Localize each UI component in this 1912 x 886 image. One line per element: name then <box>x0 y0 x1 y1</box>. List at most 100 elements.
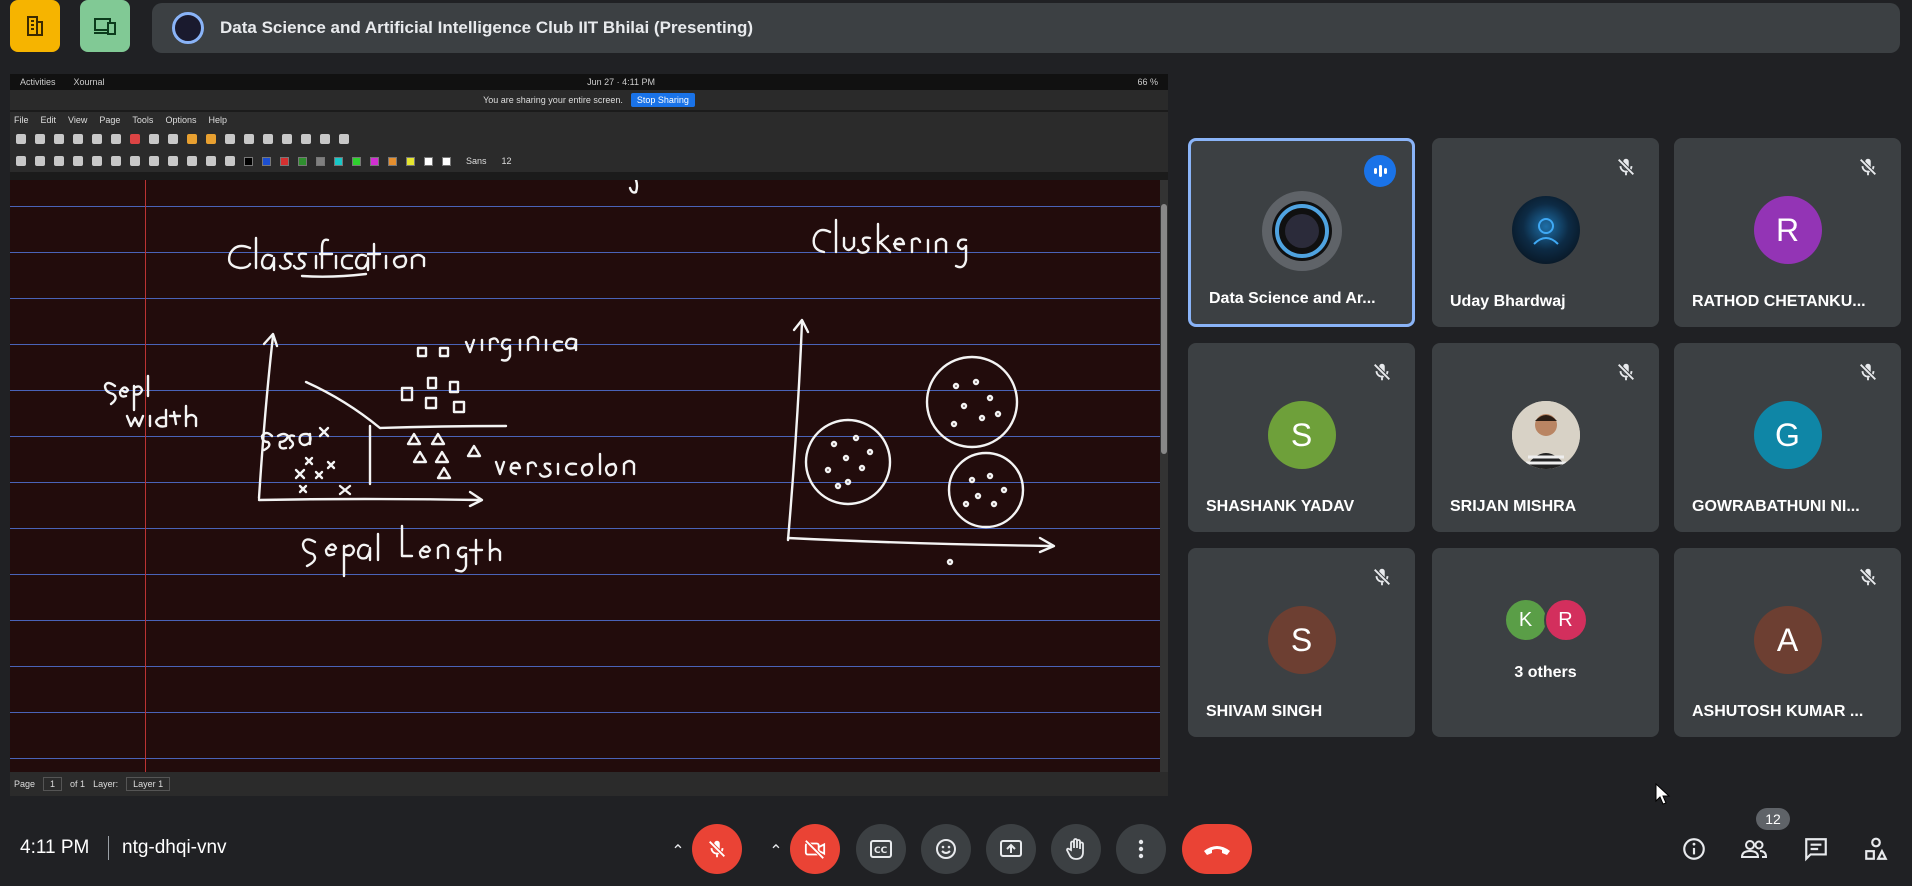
layer-icon[interactable] <box>339 134 349 144</box>
video-options-chevron-icon[interactable]: ⌃ <box>763 838 789 864</box>
next-page-icon[interactable] <box>206 134 216 144</box>
participant-tile-presenter[interactable]: Data Science and Ar... <box>1188 138 1415 327</box>
copy-icon[interactable] <box>92 134 102 144</box>
camera-toggle-button[interactable] <box>790 824 840 874</box>
os-activities: Activities <box>20 77 56 87</box>
last-page-icon[interactable] <box>225 134 235 144</box>
image-tool-icon[interactable] <box>92 156 102 166</box>
undo-icon[interactable] <box>130 134 140 144</box>
participant-tile[interactable]: Uday Bhardwaj <box>1432 138 1659 327</box>
zoom-reset-icon[interactable] <box>263 134 273 144</box>
pen-icon[interactable] <box>16 156 26 166</box>
font-size[interactable]: 12 <box>502 156 512 166</box>
participant-name: SHASHANK YADAV <box>1206 498 1355 515</box>
zoom-in-icon[interactable] <box>282 134 292 144</box>
meeting-details-button[interactable] <box>10 0 60 52</box>
color-swatch-black[interactable] <box>244 156 253 166</box>
new-icon[interactable] <box>35 134 45 144</box>
color-swatch-red[interactable] <box>280 156 289 166</box>
meeting-time: 4:11 PM <box>20 837 90 858</box>
menu-page[interactable]: Page <box>99 115 120 125</box>
default-pen-icon[interactable] <box>206 156 216 166</box>
color-swatch-cyan[interactable] <box>334 156 343 166</box>
canvas-scrollbar-thumb[interactable] <box>1161 204 1167 454</box>
shared-screen: Activities Xournal Jun 27 · 4:11 PM 66 %… <box>10 74 1168 796</box>
color-swatch-yellow[interactable] <box>406 156 415 166</box>
people-icon <box>1740 840 1768 858</box>
mic-toggle-button[interactable] <box>692 824 742 874</box>
page-number-input[interactable]: 1 <box>43 777 63 791</box>
xournal-canvas[interactable] <box>10 180 1160 772</box>
mic-off-icon <box>708 840 726 858</box>
color-swatch-gray[interactable] <box>316 156 325 166</box>
avatar: S <box>1267 606 1336 674</box>
color-swatch-orange[interactable] <box>388 156 397 166</box>
chat-button[interactable] <box>1800 833 1832 865</box>
camera-off-icon <box>804 839 826 860</box>
activities-icon <box>1865 837 1888 860</box>
menu-edit[interactable]: Edit <box>41 115 57 125</box>
participant-tile[interactable]: S SHIVAM SINGH <box>1188 548 1415 737</box>
raise-hand-button[interactable] <box>1051 824 1101 874</box>
menu-view[interactable]: View <box>68 115 87 125</box>
eraser-icon[interactable] <box>35 156 45 166</box>
highlighter-icon[interactable] <box>54 156 64 166</box>
text-tool-icon[interactable] <box>73 156 83 166</box>
menu-tools[interactable]: Tools <box>132 115 153 125</box>
select-rect-icon[interactable] <box>149 156 159 166</box>
color-swatch-blue[interactable] <box>262 156 271 166</box>
cut-icon[interactable] <box>73 134 83 144</box>
page-label: Page <box>14 779 36 789</box>
avatar-initial: G <box>1775 416 1800 453</box>
menu-options[interactable]: Options <box>165 115 196 125</box>
os-app-name: Xournal <box>73 77 105 87</box>
fullscreen-icon[interactable] <box>320 134 330 144</box>
switch-device-button[interactable] <box>80 0 130 52</box>
leave-call-button[interactable] <box>1182 824 1252 874</box>
menu-file[interactable]: File <box>14 115 29 125</box>
paste-icon[interactable] <box>111 134 121 144</box>
cluster-points <box>824 378 1008 566</box>
avatar-initial: S <box>1290 621 1313 658</box>
more-options-button[interactable] <box>1116 824 1166 874</box>
zoom-fit-icon[interactable] <box>301 134 311 144</box>
thickness-icon[interactable] <box>225 156 235 166</box>
color-swatch-custom[interactable] <box>442 156 451 166</box>
activities-button[interactable] <box>1860 833 1892 865</box>
captions-button[interactable]: CC <box>856 824 906 874</box>
hand-tool-icon[interactable] <box>187 156 197 166</box>
color-swatch-green[interactable] <box>298 156 307 166</box>
prev-page-icon[interactable] <box>187 134 197 144</box>
redo-icon[interactable] <box>149 134 159 144</box>
svg-text:CC: CC <box>874 846 888 856</box>
participant-tile[interactable]: SRIJAN MISHRA <box>1432 343 1659 532</box>
vertical-space-icon[interactable] <box>168 156 178 166</box>
menu-help[interactable]: Help <box>208 115 227 125</box>
avatar: K <box>1503 598 1548 642</box>
layer-select[interactable]: Layer 1 <box>126 777 171 791</box>
participant-tile[interactable]: A ASHUTOSH KUMAR ... <box>1674 548 1901 737</box>
color-swatch-lime[interactable] <box>352 156 361 166</box>
participant-tile[interactable]: G GOWRABATHUNI NI... <box>1674 343 1901 532</box>
people-button[interactable] <box>1738 833 1770 865</box>
meeting-info-button[interactable] <box>1678 833 1710 865</box>
open-icon[interactable] <box>54 134 64 144</box>
others-tile[interactable]: K R 3 others <box>1432 548 1659 737</box>
avatar <box>1511 401 1580 469</box>
mouse-cursor-icon <box>1655 783 1671 805</box>
color-swatch-magenta[interactable] <box>370 156 379 166</box>
first-page-icon[interactable] <box>168 134 178 144</box>
participant-tile[interactable]: R RATHOD CHETANKU... <box>1674 138 1901 327</box>
present-screen-button[interactable] <box>986 824 1036 874</box>
save-icon[interactable] <box>16 134 26 144</box>
stop-sharing-button[interactable]: Stop Sharing <box>630 93 695 107</box>
avatar <box>1511 196 1580 264</box>
reactions-button[interactable] <box>921 824 971 874</box>
ruler-icon[interactable] <box>111 156 121 166</box>
participant-tile[interactable]: S SHASHANK YADAV <box>1188 343 1415 532</box>
color-swatch-white[interactable] <box>424 156 433 166</box>
audio-options-chevron-icon[interactable]: ⌃ <box>665 838 691 864</box>
font-name[interactable]: Sans <box>466 156 487 166</box>
select-region-icon[interactable] <box>130 156 140 166</box>
zoom-out-icon[interactable] <box>244 134 254 144</box>
